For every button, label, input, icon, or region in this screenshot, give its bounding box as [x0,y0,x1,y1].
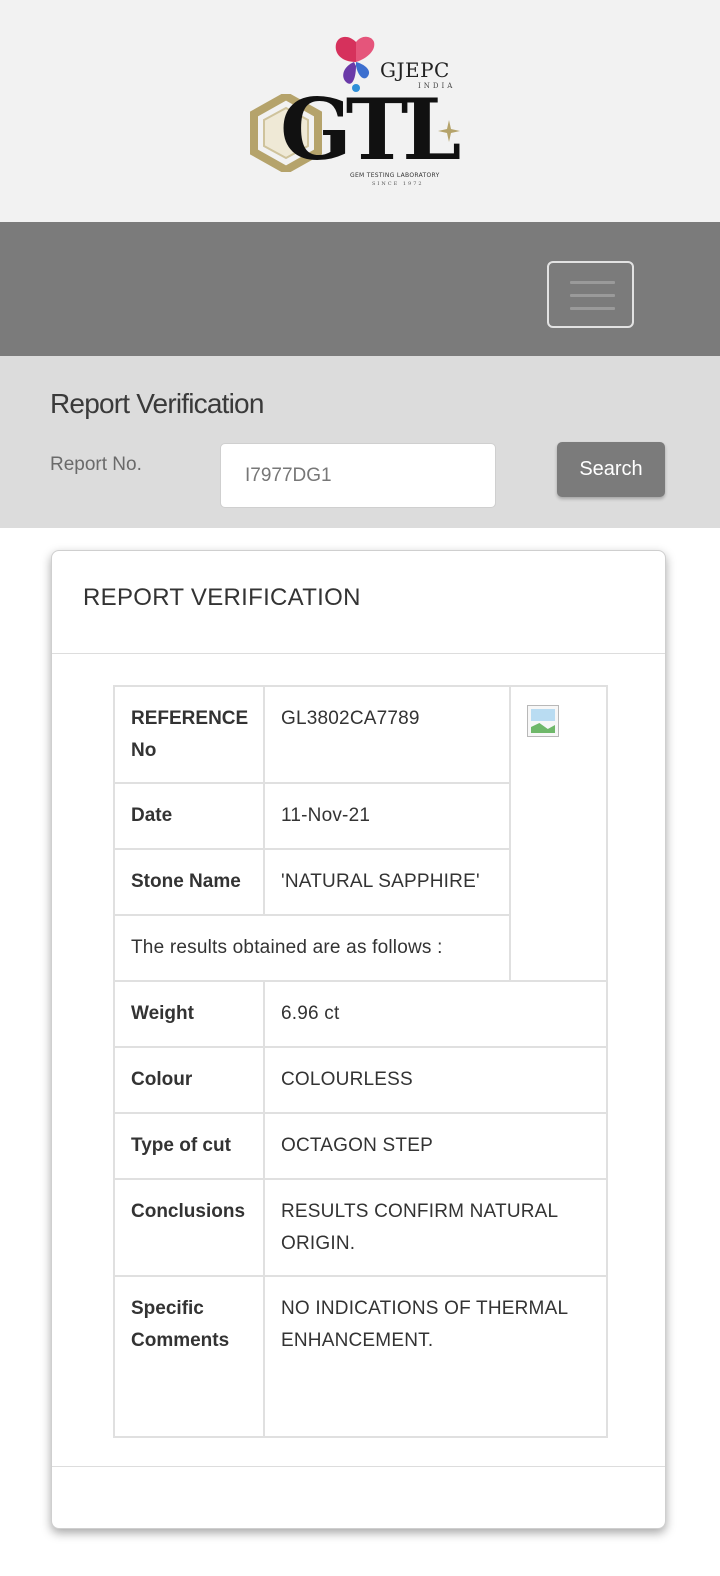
stone-image-cell [509,685,608,982]
hamburger-icon [570,281,615,284]
gtl-since: SINCE 1972 [372,181,424,187]
row-key-comments: Specific Comments [113,1275,265,1438]
row-key-conclusions: Conclusions [113,1178,265,1277]
report-table: REFERENCE No GL3802CA7789 Date 11-Nov-21… [113,685,608,1438]
card-title: REPORT VERIFICATION [83,584,361,611]
row-key-date: Date [113,782,265,850]
navbar [0,222,720,356]
gtl-wordmark: GTL [280,80,461,179]
row-key-stone: Stone Name [113,848,265,916]
hamburger-icon-bar [570,294,615,297]
results-note: The results obtained are as follows : [113,914,511,982]
image-sky [531,709,555,721]
row-key-reference: REFERENCE No [113,685,265,784]
table-row: Conclusions RESULTS CONFIRM NATURAL ORIG… [113,1178,608,1277]
search-button[interactable]: Search [557,442,665,497]
table-row: Specific Comments NO INDICATIONS OF THER… [113,1275,608,1438]
gtl-tagline: GEM TESTING LABORATORY [350,172,440,179]
gjepc-wordmark: GJEPC [380,58,450,82]
row-value-cut: OCTAGON STEP [263,1112,608,1180]
report-number-label: Report No. [50,454,142,475]
card-footer-divider [52,1466,665,1467]
row-value-stone: 'NATURAL SAPPHIRE' [263,848,511,916]
row-value-date: 11-Nov-21 [263,782,511,850]
menu-toggle-button[interactable] [547,261,634,328]
row-key-cut: Type of cut [113,1112,265,1180]
report-card: REPORT VERIFICATION REFERENCE No GL3802C… [51,550,666,1529]
row-value-comments: NO INDICATIONS OF THERMAL ENHANCEMENT. [263,1275,608,1438]
page-title: Report Verification [50,388,264,419]
gtl-logo[interactable]: GJEPC INDIA GTL GEM TESTING LABORATORY S… [250,28,470,193]
row-value-reference: GL3802CA7789 [263,685,511,784]
row-key-colour: Colour [113,1046,265,1114]
report-number-input[interactable] [220,443,496,508]
table-row: Type of cut OCTAGON STEP [113,1112,608,1180]
table-row: Weight 6.96 ct [113,980,608,1048]
table-row: Colour COLOURLESS [113,1046,608,1114]
sparkle-icon [438,120,460,142]
broken-image-icon[interactable] [527,705,559,737]
image-hill [531,723,555,733]
row-value-conclusions: RESULTS CONFIRM NATURAL ORIGIN. [263,1178,608,1277]
table-row: REFERENCE No GL3802CA7789 [113,685,608,982]
row-key-weight: Weight [113,980,265,1048]
hamburger-icon-bar [570,307,615,310]
logo-header: GJEPC INDIA GTL GEM TESTING LABORATORY S… [0,0,720,222]
row-value-colour: COLOURLESS [263,1046,608,1114]
search-section: Report Verification Report No. Search [0,356,720,528]
page: GJEPC INDIA GTL GEM TESTING LABORATORY S… [0,0,720,1576]
row-value-weight: 6.96 ct [263,980,608,1048]
card-header: REPORT VERIFICATION [52,551,665,654]
